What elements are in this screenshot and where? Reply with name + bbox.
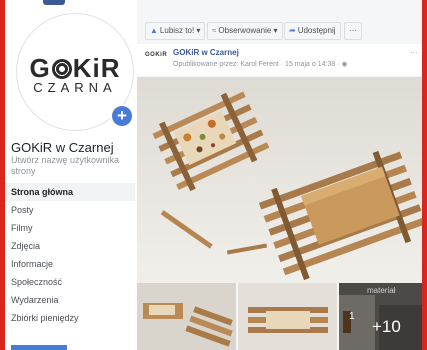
nav-community[interactable]: Społeczność: [5, 273, 135, 291]
rss-icon: ≈: [212, 26, 217, 35]
page-sidebar: G KiR CZARNA + GOKiR w Czarnej Utwórz naz…: [5, 0, 135, 350]
nav-photos[interactable]: Zdjęcia: [5, 237, 135, 255]
logo-subtitle: CZARNA: [33, 80, 117, 95]
top-tab-stub: [43, 0, 65, 5]
nav-home[interactable]: Strona główna: [5, 183, 135, 201]
like-button[interactable]: ▲ Lubisz to! ▾: [145, 22, 206, 40]
more-button[interactable]: ···: [344, 22, 362, 40]
post-author-avatar[interactable]: GOKiR: [145, 52, 167, 58]
create-username-link[interactable]: Utwórz nazwę użytkownika strony: [11, 155, 139, 177]
thumbnail-2-photo: [238, 283, 337, 350]
nav-fundraisers[interactable]: Zbiórki pieniędzy: [5, 309, 135, 327]
create-button-stub[interactable]: [11, 345, 67, 350]
share-button[interactable]: ➦ Udostępnij: [284, 22, 341, 40]
post-meta: Opublikowane przez: Karol Ferent · 15 ma…: [173, 61, 348, 68]
thumbs-up-icon: ▲: [150, 26, 158, 35]
globe-icon: ◉: [341, 61, 348, 68]
thumbnail-1-photo: [137, 283, 236, 350]
nav-about[interactable]: Informacje: [5, 255, 135, 273]
page-actionbar: ▲ Lubisz to! ▾ ≈ Obserwowanie ▾ ➦ Udostępni…: [137, 14, 422, 44]
nav-videos[interactable]: Filmy: [5, 219, 135, 237]
frame-right: [422, 0, 427, 350]
post-options-icon[interactable]: ···: [410, 48, 418, 57]
post-header: GOKiR GOKiR w Czarnej Opublikowane przez…: [137, 44, 422, 76]
thumbnail-1[interactable]: [137, 283, 236, 350]
page-title[interactable]: GOKiR w Czarnej: [11, 140, 139, 155]
nav-events[interactable]: Wydarzenia: [5, 291, 135, 309]
more-photos-count: +10: [372, 317, 401, 336]
thumbnail-caption: materiał: [367, 286, 396, 295]
photo-thumbnails: materiał 1 +10: [137, 283, 422, 350]
main-panel: ▲ Lubisz to! ▾ ≈ Obserwowanie ▾ ➦ Udostępni…: [137, 0, 422, 350]
post-photo[interactable]: [137, 77, 422, 283]
thumbnail-2[interactable]: [238, 283, 337, 350]
page-nav: Strona główna Posty Filmy Zdjęcia Inform…: [5, 183, 135, 327]
logo-o-icon: [51, 59, 72, 79]
thumbnail-number: 1: [349, 311, 355, 322]
add-photo-button[interactable]: +: [112, 106, 132, 126]
thumbnail-more[interactable]: materiał 1 +10: [339, 283, 422, 350]
post-author-name[interactable]: GOKiR w Czarnej: [173, 48, 239, 57]
follow-button[interactable]: ≈ Obserwowanie ▾: [207, 22, 283, 40]
nav-posts[interactable]: Posty: [5, 201, 135, 219]
soap-dishes-photo: [137, 77, 422, 283]
share-icon: ➦: [289, 26, 296, 35]
